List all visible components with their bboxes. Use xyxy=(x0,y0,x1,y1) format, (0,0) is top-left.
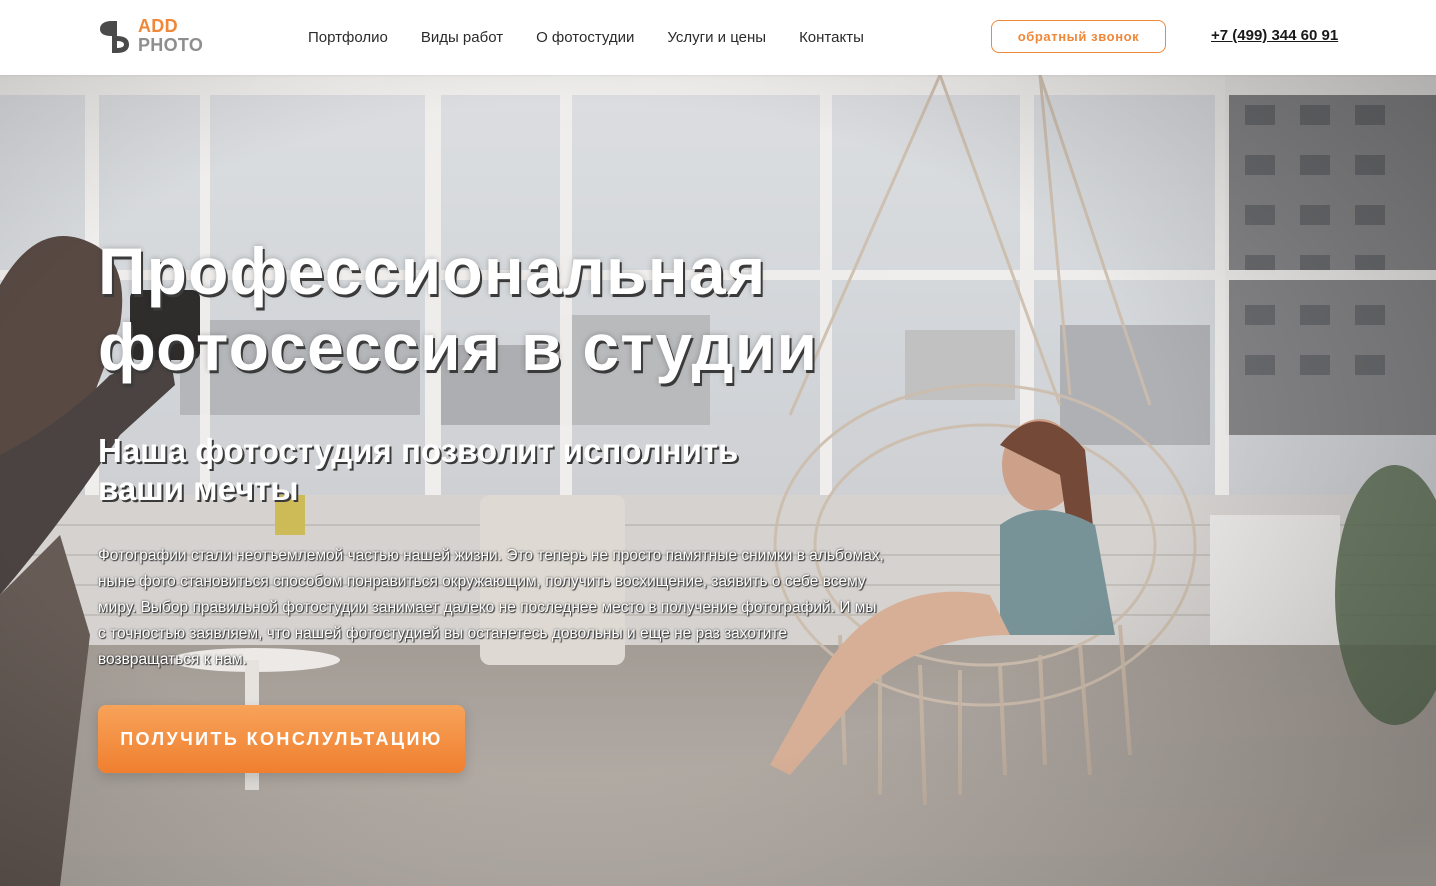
nav-link-services-prices[interactable]: Услуги и цены xyxy=(667,29,766,46)
nav-link-about-studio[interactable]: О фотостудии xyxy=(536,29,634,46)
nav-link-contacts[interactable]: Контакты xyxy=(799,29,864,46)
hero-title: Профессиональная фотосессия в студии xyxy=(98,233,898,385)
get-consultation-button[interactable]: ПОЛУЧИТЬ КОНСЛУЛЬТАЦИЮ xyxy=(98,705,465,773)
hero-subtitle: Наша фотостудия позволит исполнить ваши … xyxy=(98,432,878,508)
nav-link-portfolio[interactable]: Портфолио xyxy=(308,29,388,46)
phone-link[interactable]: +7 (499) 344 60 91 xyxy=(1211,27,1338,44)
logo-text-photo: PHOTO xyxy=(138,35,204,55)
callback-button[interactable]: обратный звонок xyxy=(991,20,1166,53)
main-nav: Портфолио Виды работ О фотостудии Услуги… xyxy=(308,0,897,75)
nav-link-work-types[interactable]: Виды работ xyxy=(421,29,503,46)
hero-description: Фотографии стали неотъемлемой частью наш… xyxy=(98,547,884,668)
hero-subtitle-line-2: ваши мечты xyxy=(98,470,299,507)
logo-wordmark: ADD PHOTO xyxy=(138,17,203,55)
hero-title-line-2: фотосессия в студии xyxy=(98,310,819,384)
site-header: ADD PHOTO Портфолио Виды работ О фотосту… xyxy=(0,0,1436,75)
hero-subtitle-line-1: Наша фотостудия позволит исполнить xyxy=(98,432,739,469)
hero-section: Профессиональная фотосессия в студии Наш… xyxy=(0,75,1436,886)
hero-title-line-1: Профессиональная xyxy=(98,234,767,308)
logo-text-add: ADD xyxy=(138,16,178,36)
logo[interactable]: ADD PHOTO xyxy=(98,17,210,57)
logo-mark-icon xyxy=(100,21,129,53)
